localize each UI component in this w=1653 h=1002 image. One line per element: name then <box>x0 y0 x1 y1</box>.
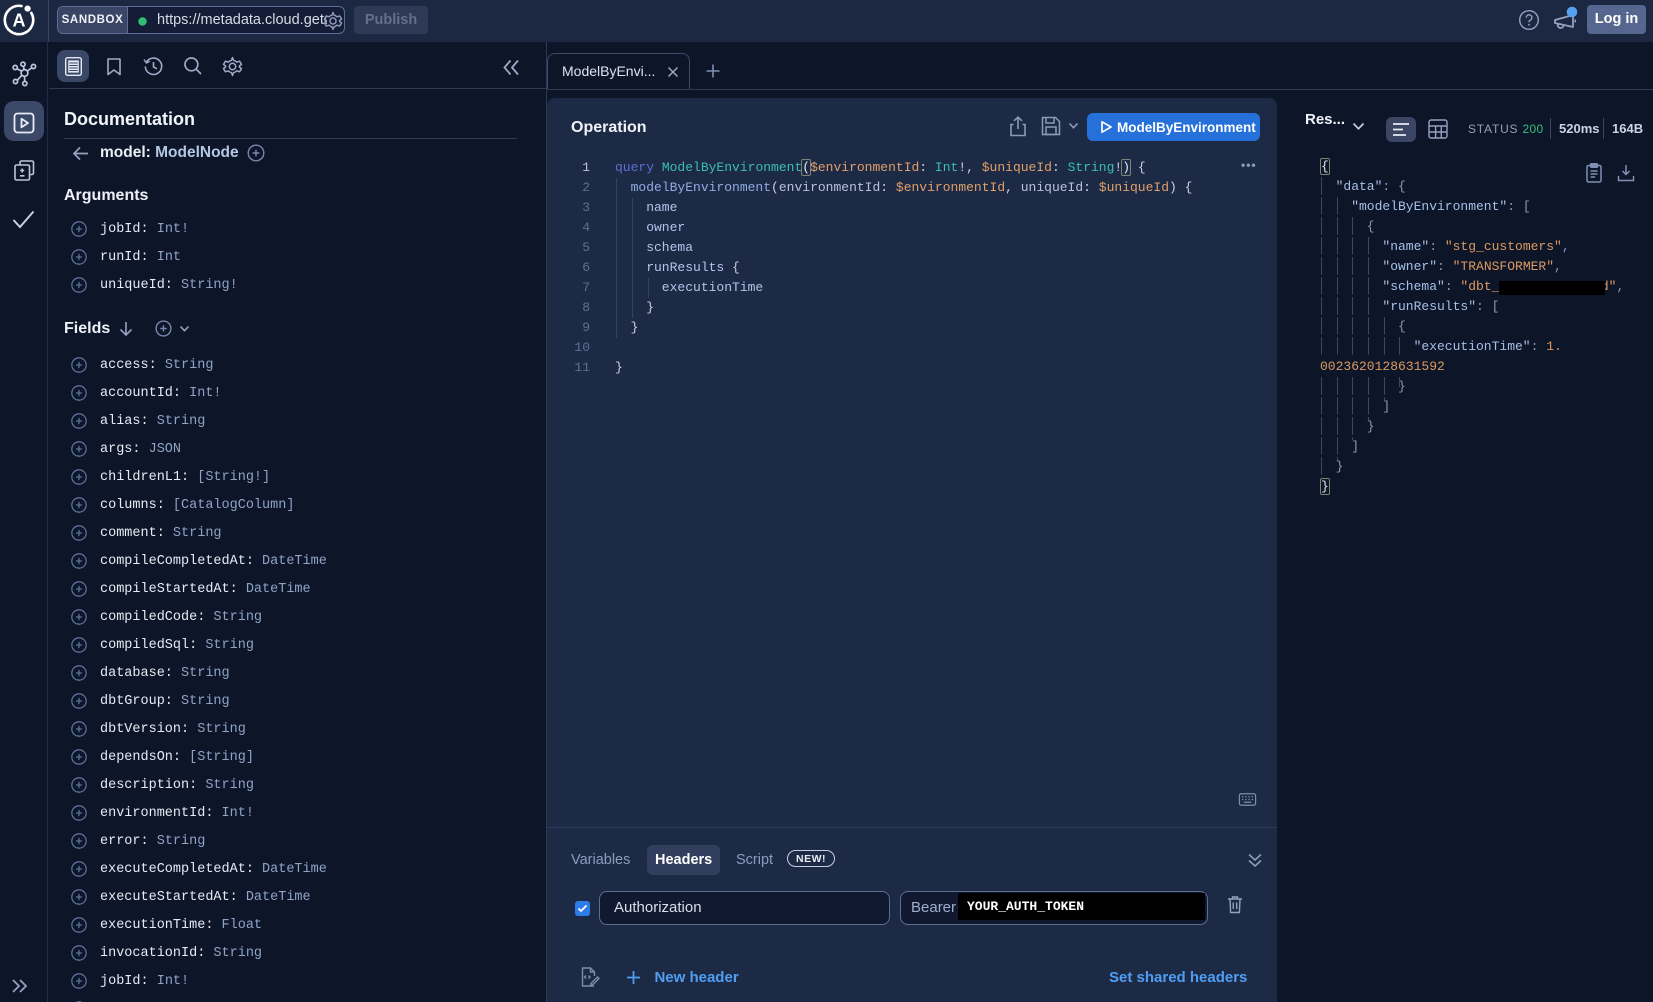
svg-text:A: A <box>13 11 26 31</box>
